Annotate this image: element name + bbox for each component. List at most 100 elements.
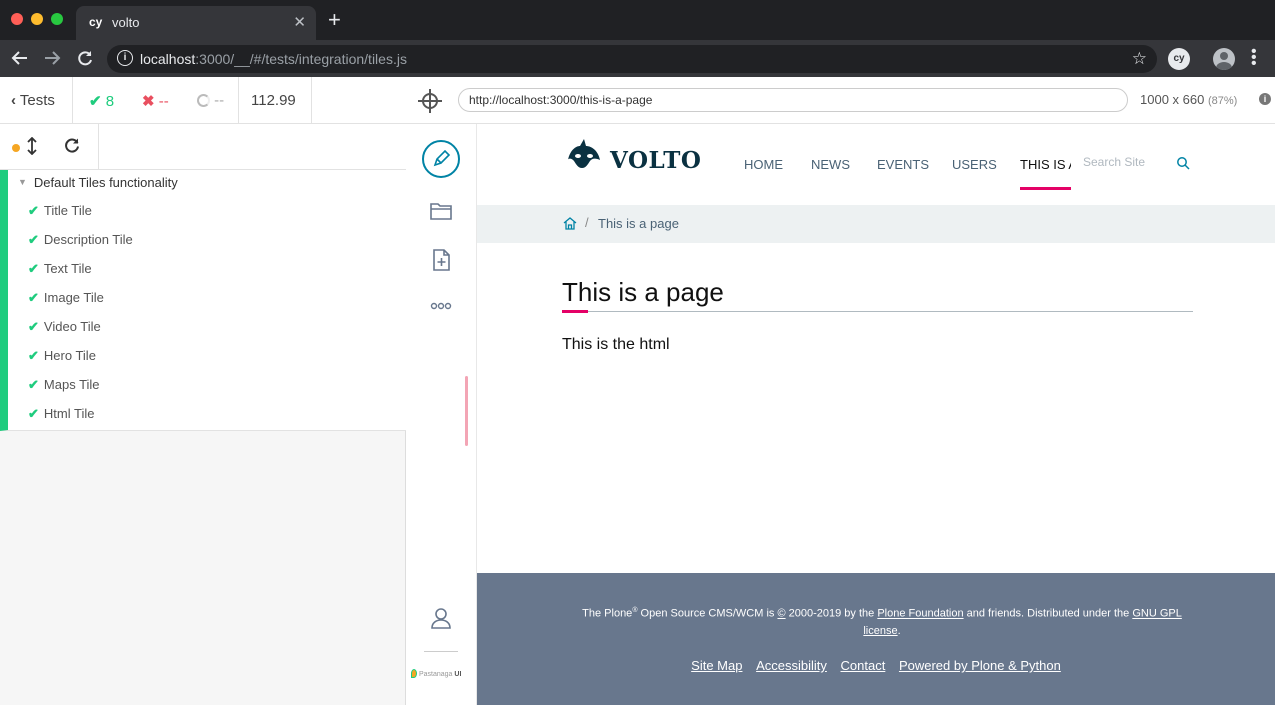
pending-value: -- [214, 92, 225, 109]
check-icon: ✔ [89, 93, 102, 110]
bookmark-star-icon[interactable]: ☆ [1132, 49, 1147, 69]
forward-arrow-icon[interactable] [43, 49, 61, 70]
page-title: This is a page [562, 277, 724, 307]
test-row[interactable]: ✔ Description Tile [28, 232, 133, 254]
title-divider [562, 311, 1193, 312]
check-icon: ✔ [28, 290, 39, 305]
maximize-window-button[interactable] [51, 13, 63, 25]
check-icon: ✔ [28, 232, 39, 247]
check-icon: ✔ [28, 348, 39, 363]
test-row[interactable]: ✔ Title Tile [28, 203, 92, 225]
x-icon: ✖ [142, 93, 155, 110]
add-document-icon[interactable] [429, 248, 453, 272]
test-row[interactable]: ✔ Maps Tile [28, 377, 100, 399]
duration-value: 112.99 [251, 92, 296, 109]
chevron-left-icon: ‹ [11, 92, 16, 109]
restart-icon[interactable] [64, 137, 80, 158]
browser-menu-icon[interactable]: • • • [1251, 44, 1257, 72]
address-url: localhost:3000/__/#/tests/integration/ti… [140, 51, 407, 67]
volto-logo-text[interactable]: VOLTO [610, 147, 701, 174]
breadcrumb-current[interactable]: This is a page [598, 216, 679, 231]
browser-titlebar: cy volto ✕ + [0, 0, 1275, 40]
test-row[interactable]: ✔ Video Tile [28, 319, 101, 341]
check-icon: ✔ [28, 261, 39, 276]
viewport-size: 1000 x 660 (87%) [1140, 92, 1238, 107]
pencil-icon [433, 149, 451, 167]
home-icon[interactable] [563, 216, 577, 230]
address-bar[interactable]: i localhost:3000/__/#/tests/integration/… [107, 45, 1157, 73]
failed-count: ✖ -- [129, 77, 185, 123]
test-row[interactable]: ✔ Text Tile [28, 261, 92, 283]
folder-icon[interactable] [429, 199, 453, 223]
duration: 112.99 [239, 77, 312, 123]
check-icon: ✔ [28, 319, 39, 334]
failed-value: -- [158, 93, 169, 110]
check-icon: ✔ [28, 406, 39, 421]
edit-button[interactable] [422, 140, 460, 178]
tab-title: volto [112, 15, 140, 30]
selector-playground-crosshair-icon[interactable] [418, 89, 442, 113]
test-row[interactable]: ✔ Image Tile [28, 290, 104, 312]
nav-active-indicator [1020, 187, 1071, 190]
search-input[interactable] [1071, 148, 1173, 176]
check-icon: ✔ [28, 203, 39, 218]
cypress-favicon-icon: cy [89, 15, 103, 29]
nav-events[interactable]: EVENTS [877, 157, 929, 172]
minimize-window-button[interactable] [31, 13, 43, 25]
volto-toolbar: Pastanaga UI [406, 124, 477, 705]
nav-this-is-a-page[interactable]: THIS IS A [1020, 157, 1077, 172]
suite-runnable: ▼ Default Tiles functionality ✔ Title Tile… [0, 170, 406, 431]
breadcrumb-separator: / [585, 215, 589, 230]
user-icon[interactable] [429, 606, 453, 630]
tests-label: Tests [19, 92, 55, 109]
aut-iframe: Pastanaga UI VOLTO HOME NEWS EVENTS USER… [406, 124, 1275, 705]
pastanaga-logo: Pastanaga UI [411, 669, 461, 678]
plone-foundation-link[interactable]: Plone Foundation [877, 608, 963, 620]
aut-header: http://localhost:3000/this-is-a-page 100… [406, 77, 1275, 124]
footer-links: Site Map Accessibility Contact Powered b… [477, 658, 1275, 673]
browser-tab[interactable]: cy volto ✕ [76, 6, 316, 40]
volto-mask-logo-icon[interactable] [566, 138, 602, 174]
footer-link-site-map[interactable]: Site Map [691, 658, 742, 673]
back-to-tests-button[interactable]: ‹ Tests [0, 77, 73, 123]
site-footer: The Plone® Open Source CMS/WCM is © 2000… [477, 573, 1275, 705]
toolbar-scroll-indicator [465, 376, 468, 446]
footer-link-accessibility[interactable]: Accessibility [756, 658, 827, 673]
reload-icon[interactable] [76, 49, 94, 70]
aut-url: http://localhost:3000/this-is-a-page [458, 88, 1128, 112]
footer-link-contact[interactable]: Contact [841, 658, 886, 673]
site-info-icon[interactable]: i [117, 50, 133, 66]
test-row[interactable]: ✔ Hero Tile [28, 348, 96, 370]
reporter-controls [0, 124, 406, 170]
suite-header[interactable]: ▼ Default Tiles functionality [18, 175, 178, 190]
running-status-icon [12, 144, 20, 152]
tab-close-icon[interactable]: ✕ [293, 13, 306, 31]
close-window-button[interactable] [11, 13, 23, 25]
passed-count: ✔ 8 [73, 77, 129, 123]
pending-circle-icon [197, 94, 210, 107]
breadcrumb: / This is a page [477, 205, 1275, 243]
search-icon[interactable] [1176, 156, 1190, 170]
cypress-reporter: ‹ Tests ✔ 8 ✖ -- -- 112.99 ▼ Default Til… [0, 77, 406, 705]
passed-value: 8 [105, 93, 115, 110]
viewport-info-icon[interactable]: i [1259, 93, 1271, 105]
test-row[interactable]: ✔ Html Tile [28, 406, 94, 428]
suite-title: Default Tiles functionality [33, 175, 178, 190]
check-icon: ✔ [28, 377, 39, 392]
more-icon[interactable] [429, 294, 453, 318]
nav-users[interactable]: USERS [952, 157, 997, 172]
new-tab-button[interactable]: + [328, 9, 341, 31]
auto-scroll-icon[interactable] [26, 136, 38, 160]
footer-link-powered-by[interactable]: Powered by Plone & Python [899, 658, 1061, 673]
volto-site: VOLTO HOME NEWS EVENTS USERS THIS IS A /… [477, 124, 1275, 705]
reporter-stats-bar: ‹ Tests ✔ 8 ✖ -- -- 112.99 [0, 77, 406, 124]
nav-home[interactable]: HOME [744, 157, 783, 172]
profile-avatar[interactable] [1213, 48, 1235, 70]
nav-news[interactable]: NEWS [811, 157, 850, 172]
cypress-extension-icon[interactable]: cy [1168, 48, 1190, 70]
caret-down-icon: ▼ [18, 177, 27, 187]
footer-copyright: The Plone® Open Source CMS/WCM is © 2000… [582, 607, 1182, 637]
back-arrow-icon[interactable] [11, 49, 29, 70]
pending-count: -- [185, 77, 239, 123]
page-body: This is the html [562, 336, 670, 353]
